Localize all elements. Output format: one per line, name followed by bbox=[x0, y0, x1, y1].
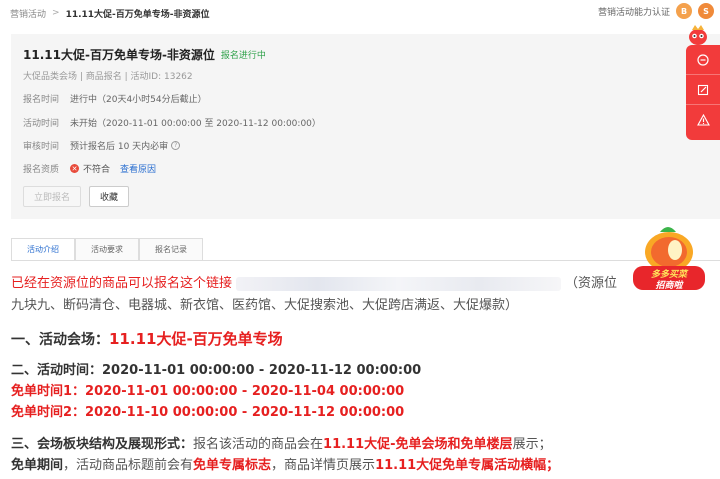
activity-card: 11.11大促-百万免单专场-非资源位 报名进行中 大促品类会场 | 商品报名 … bbox=[11, 34, 720, 219]
promo-banner[interactable]: 多多买菜 招商啦 bbox=[630, 222, 708, 296]
edit-icon[interactable] bbox=[686, 75, 720, 105]
breadcrumb-current: 11.11大促-百万免单专场-非资源位 bbox=[65, 9, 210, 20]
section-venue-label: 一、活动会场： bbox=[11, 332, 109, 348]
tab-intro[interactable]: 活动介绍 bbox=[11, 238, 75, 260]
action-buttons: 立即报名 收藏 bbox=[23, 186, 130, 207]
activity-subtitle: 大促品类会场 | 商品报名 | 活动ID: 13262 bbox=[23, 72, 193, 82]
mascot-icon[interactable] bbox=[686, 24, 710, 46]
section-structure-end: 展示； bbox=[512, 437, 552, 452]
free-period-red-1: 免单专属标志 bbox=[193, 458, 272, 473]
intro-tail-text: （资源位 bbox=[565, 276, 618, 291]
section-venue-value: 11.11大促-百万免单专场 bbox=[109, 330, 283, 348]
section-time-label: 二、活动时间： bbox=[11, 363, 103, 378]
side-toolbar bbox=[686, 45, 720, 140]
badge-icon[interactable]: B bbox=[676, 3, 692, 19]
badge-icon-2[interactable]: S bbox=[698, 3, 714, 19]
intro-line-1: 已经在资源位的商品可以报名这个链接 （资源位 bbox=[11, 274, 617, 294]
breadcrumb-root[interactable]: 营销活动 bbox=[10, 7, 46, 20]
free-time-2: 免单时间2：2020-11-10 00:00:00 - 2020-11-12 0… bbox=[11, 403, 404, 423]
top-bar: 营销活动 > 11.11大促-百万免单专场-非资源位 营销活动能力认证 B S bbox=[0, 0, 720, 26]
free-period-text-2: ，商品详情页展示 bbox=[271, 458, 376, 473]
section-time-value: 2020-11-01 00:00:00 - 2020-11-12 00:00:0… bbox=[102, 363, 422, 378]
tab-records[interactable]: 报名记录 bbox=[139, 238, 203, 260]
row-value: 预计报名后 10 天内必审 bbox=[70, 142, 169, 152]
qualification-status: 不符合 bbox=[83, 165, 111, 175]
free-period-line: 免单期间，活动商品标题前会有免单专属标志，商品详情页展示11.11大促免单专属活… bbox=[11, 456, 559, 476]
row-label: 报名时间 bbox=[23, 95, 60, 105]
section-structure: 三、会场板块结构及展现形式：报名该活动的商品会在11.11大促-免单会场和免单楼… bbox=[11, 435, 552, 455]
activity-time-row: 活动时间 未开始（2020-11-01 00:00:00 至 2020-11-1… bbox=[23, 116, 321, 129]
free-time-2-value: 2020-11-10 00:00:00 - 2020-11-12 00:00:0… bbox=[85, 405, 405, 420]
section-structure-red: 11.11大促-免单会场和免单楼层 bbox=[323, 437, 513, 452]
free-period-label: 免单期间 bbox=[11, 458, 64, 473]
section-time: 二、活动时间：2020-11-01 00:00:00 - 2020-11-12 … bbox=[11, 361, 421, 381]
row-label: 活动时间 bbox=[23, 119, 60, 129]
free-period-red-2: 11.11大促免单专属活动横幅； bbox=[375, 458, 560, 473]
top-right-area: 营销活动能力认证 B S bbox=[598, 3, 714, 19]
tab-bar: 活动介绍 活动要求 报名记录 bbox=[11, 238, 203, 260]
qualification-row: 报名资质 ✕ 不符合 查看原因 bbox=[23, 162, 156, 175]
breadcrumb-separator: > bbox=[52, 8, 60, 18]
certification-link[interactable]: 营销活动能力认证 bbox=[598, 5, 670, 18]
intro-line-2: 九块九、断码清仓、电器城、新衣馆、医药馆、大促搜索池、大促跨店满返、大促爆款） bbox=[11, 298, 519, 313]
free-time-1: 免单时间1：2020-11-01 00:00:00 - 2020-11-04 0… bbox=[11, 382, 404, 402]
minus-circle-icon[interactable] bbox=[686, 45, 720, 75]
section-structure-label: 三、会场板块结构及展现形式： bbox=[11, 437, 194, 452]
view-reason-link[interactable]: 查看原因 bbox=[120, 162, 156, 175]
review-time-row: 审核时间 预计报名后 10 天内必审 ? bbox=[23, 139, 181, 152]
favorite-button[interactable]: 收藏 bbox=[89, 186, 130, 207]
help-icon[interactable]: ? bbox=[171, 141, 181, 150]
free-period-text-1: ，活动商品标题前会有 bbox=[63, 458, 194, 473]
tab-divider bbox=[11, 260, 720, 261]
row-label: 审核时间 bbox=[23, 142, 60, 152]
intro-red-text: 已经在资源位的商品可以报名这个链接 bbox=[11, 276, 233, 291]
register-button[interactable]: 立即报名 bbox=[23, 186, 82, 207]
row-value: 进行中（20天4小时54分后截止） bbox=[70, 95, 207, 105]
tab-requirements[interactable]: 活动要求 bbox=[75, 238, 139, 260]
warning-icon[interactable] bbox=[686, 105, 720, 135]
signup-time-row: 报名时间 进行中（20天4小时54分后截止） bbox=[23, 92, 207, 105]
activity-title-row: 11.11大促-百万免单专场-非资源位 报名进行中 bbox=[23, 46, 266, 63]
free-time-2-label: 免单时间2： bbox=[11, 405, 86, 420]
row-label: 报名资质 bbox=[23, 165, 60, 175]
row-value: 未开始（2020-11-01 00:00:00 至 2020-11-12 00:… bbox=[70, 119, 321, 129]
free-time-1-label: 免单时间1： bbox=[11, 384, 86, 399]
status-badge: 报名进行中 bbox=[220, 51, 266, 61]
close-circle-icon: ✕ bbox=[70, 164, 79, 173]
promo-text-2: 招商啦 bbox=[655, 281, 683, 291]
section-structure-text: 报名该活动的商品会在 bbox=[193, 437, 324, 452]
activity-title: 11.11大促-百万免单专场-非资源位 bbox=[23, 48, 215, 62]
breadcrumb: 营销活动 > 11.11大促-百万免单专场-非资源位 bbox=[10, 7, 210, 20]
free-time-1-value: 2020-11-01 00:00:00 - 2020-11-04 00:00:0… bbox=[85, 384, 405, 399]
blurred-link[interactable] bbox=[236, 276, 562, 291]
section-venue: 一、活动会场：11.11大促-百万免单专场 bbox=[11, 329, 283, 350]
